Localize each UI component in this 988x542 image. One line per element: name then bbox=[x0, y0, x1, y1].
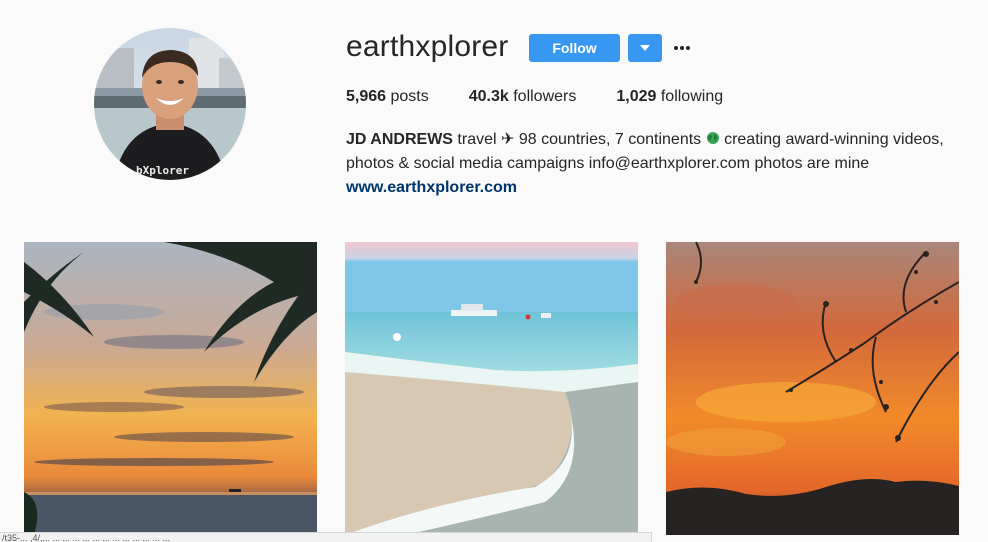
browser-status-bar: /t35-... ,4/,... ... ... ... ... ... ...… bbox=[0, 532, 652, 542]
bio-line-2: photos & social media campaigns info@ear… bbox=[346, 155, 870, 172]
profile-bio: JD ANDREWS travel ✈ 98 countries, 7 cont… bbox=[346, 128, 956, 200]
posts-stat: 5,966 posts bbox=[346, 88, 429, 106]
profile-username: earthxplorer bbox=[346, 30, 509, 63]
bio-text-1: travel ✈ 98 countries, 7 continents bbox=[452, 131, 706, 148]
profile-stats: 5,966 posts 40.3k followers 1,029 follow… bbox=[346, 88, 763, 106]
following-count: 1,029 bbox=[616, 88, 657, 105]
bio-text-1-end: creating award-winning videos, bbox=[719, 131, 944, 148]
chevron-down-icon bbox=[640, 45, 650, 51]
profile-website-link[interactable]: www.earthxplorer.com bbox=[346, 176, 956, 200]
full-name: JD ANDREWS bbox=[346, 131, 453, 148]
profile-avatar[interactable]: bXplorer bbox=[94, 28, 246, 180]
following-stat[interactable]: 1,029 following bbox=[616, 88, 723, 106]
follow-button[interactable]: Follow bbox=[529, 34, 620, 62]
posts-label: posts bbox=[386, 88, 429, 105]
more-options-button[interactable] bbox=[672, 36, 692, 60]
following-label: following bbox=[656, 88, 724, 105]
profile-page: bXplorer earthxplorer Follow 5,966 posts… bbox=[0, 0, 988, 542]
globe-icon bbox=[706, 132, 719, 144]
post-thumbnail-1[interactable] bbox=[24, 242, 317, 535]
sunset-palm-photo-icon bbox=[24, 242, 317, 535]
beach-boat-photo-icon bbox=[345, 242, 638, 535]
orange-sky-tree-photo-icon bbox=[666, 242, 959, 535]
bio-line-1: JD ANDREWS travel ✈ 98 countries, 7 cont… bbox=[346, 128, 956, 152]
post-thumbnail-2[interactable] bbox=[345, 242, 638, 535]
followers-stat[interactable]: 40.3k followers bbox=[469, 88, 577, 106]
posts-count: 5,966 bbox=[346, 88, 387, 105]
svg-text:bXplorer: bXplorer bbox=[136, 164, 189, 177]
more-options-icon bbox=[674, 46, 690, 50]
followers-label: followers bbox=[508, 88, 577, 105]
profile-photo-icon: bXplorer bbox=[94, 28, 246, 180]
post-thumbnail-3[interactable] bbox=[666, 242, 959, 535]
suggestions-dropdown-button[interactable] bbox=[628, 34, 662, 62]
followers-count: 40.3k bbox=[468, 88, 509, 105]
